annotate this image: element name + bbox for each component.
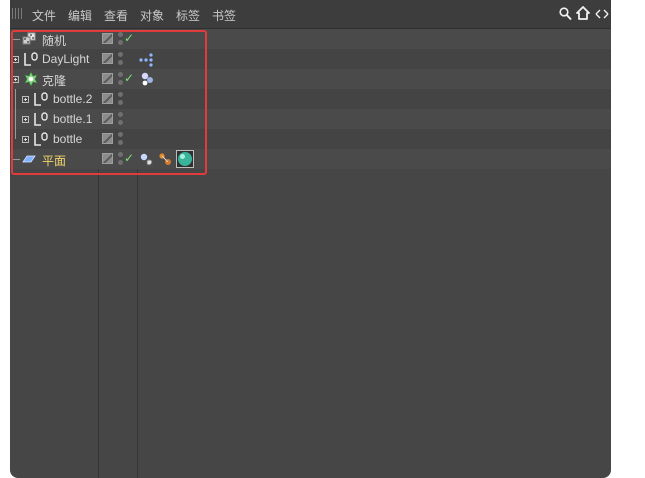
menu-bookmarks[interactable]: 书签 [212, 7, 236, 24]
search-icon[interactable] [559, 7, 572, 21]
menu-view[interactable]: 查看 [104, 7, 128, 24]
menu-tags[interactable]: 标签 [176, 7, 200, 24]
menu-edit[interactable]: 编辑 [68, 7, 92, 24]
home-icon[interactable] [576, 6, 590, 21]
menu-bar: 文件 编辑 查看 对象 标签 书签 [10, 0, 611, 29]
menu-object[interactable]: 对象 [140, 7, 164, 24]
selection-highlight-box [11, 30, 207, 175]
panel-grip-icon[interactable] [12, 8, 24, 19]
menu-file[interactable]: 文件 [32, 7, 56, 24]
expand-icon[interactable] [595, 9, 609, 19]
